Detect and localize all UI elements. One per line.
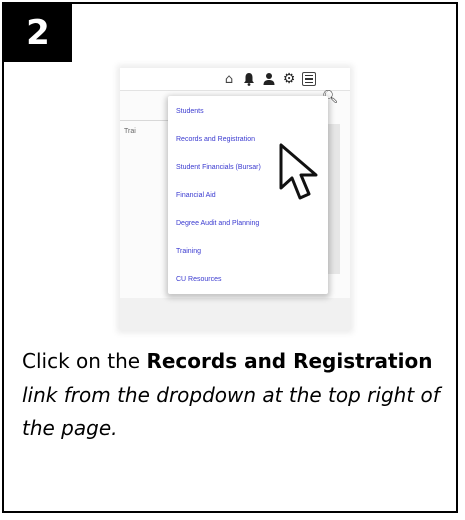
menu-item-training[interactable]: Training (176, 248, 201, 255)
instruction-link-name: Records and Registration (146, 349, 433, 373)
instruction-prefix: Click on the (22, 349, 147, 373)
home-icon[interactable]: ⌂ (222, 71, 236, 87)
page-footer (120, 298, 350, 330)
ui-screenshot: Trai 🔍︎ ⌂ ⚙ Students Records and Registr… (120, 68, 350, 330)
menu-item-degree-audit[interactable]: Degree Audit and Planning (176, 220, 259, 227)
menu-item-cu-resources[interactable]: CU Resources (176, 276, 222, 283)
menu-item-student-financials[interactable]: Student Financials (Bursar) (176, 164, 261, 171)
menu-item-records-and-registration[interactable]: Records and Registration (176, 136, 255, 143)
bell-icon[interactable] (242, 71, 256, 87)
instruction-suffix: link from the dropdown at the top right … (22, 382, 440, 441)
menu-icon[interactable] (302, 72, 316, 86)
instruction-text: Click on the Records and Registration li… (22, 345, 442, 446)
cursor-icon (278, 142, 336, 208)
divider (120, 120, 170, 121)
menu-item-financial-aid[interactable]: Financial Aid (176, 192, 216, 199)
gear-icon[interactable]: ⚙ (282, 71, 296, 87)
partial-page-text: Trai (124, 128, 136, 135)
instruction-card: 2 Trai 🔍︎ ⌂ ⚙ Students Records and Regis… (2, 2, 458, 513)
menu-item-students[interactable]: Students (176, 108, 204, 115)
user-icon[interactable] (262, 71, 276, 87)
step-number-badge: 2 (4, 4, 72, 62)
